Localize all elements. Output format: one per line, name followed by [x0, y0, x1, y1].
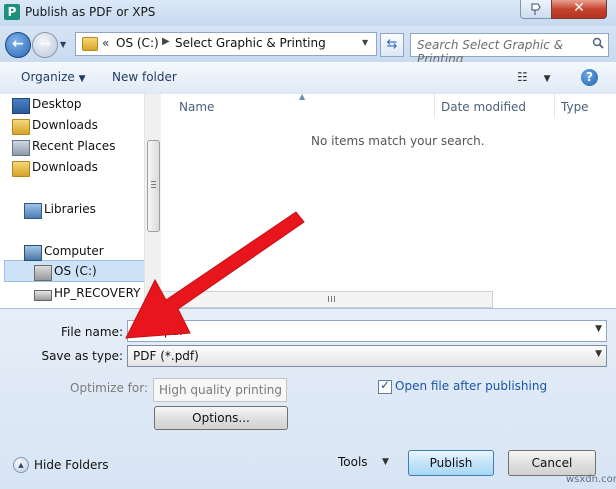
hide-folders-button[interactable]: Hide Folders — [34, 458, 109, 472]
breadcrumb-current-folder[interactable]: Select Graphic & Printing — [175, 36, 326, 50]
column-header-name[interactable]: Name — [179, 100, 214, 114]
drive-icon — [34, 265, 52, 281]
breadcrumb-chevron-icon[interactable]: ▶ — [162, 36, 170, 47]
navigation-scrollbar[interactable] — [144, 94, 161, 308]
chevron-down-icon: ▼ — [78, 74, 86, 84]
sidebar-item-label: Computer — [44, 244, 104, 258]
sidebar-item-label: Libraries — [44, 202, 96, 216]
computer-icon — [24, 245, 42, 261]
sort-ascending-icon: ▲ — [299, 92, 306, 101]
recent-pages-dropdown[interactable]: ▼ — [60, 40, 70, 50]
scrollbar-thumb[interactable] — [147, 140, 160, 232]
horizontal-scrollbar[interactable] — [161, 291, 493, 308]
drive-icon — [34, 290, 52, 301]
file-name-label: File name: — [61, 325, 123, 339]
sidebar-item-recent-places[interactable]: Recent Places — [12, 139, 116, 157]
save-as-type-select[interactable]: PDF (*.pdf) ▼ — [127, 345, 607, 367]
publish-dialog: P Publish as PDF or XPS ✕ ← → ▼ « OS (C:… — [0, 0, 616, 489]
optimize-for-field: High quality printing — [153, 378, 287, 402]
pin-icon — [531, 3, 541, 15]
libraries-icon — [24, 203, 42, 219]
column-header-date-modified[interactable]: Date modified — [441, 100, 526, 114]
chevron-down-icon[interactable]: ▼ — [382, 457, 389, 467]
command-bar: Organize ▼ New folder ☷ ▼ ? — [0, 62, 616, 95]
close-button[interactable]: ✕ — [551, 0, 607, 19]
sidebar-item-label: Downloads — [32, 118, 98, 132]
sidebar-item-label: Desktop — [32, 97, 82, 111]
title-help-button[interactable] — [520, 0, 552, 19]
forward-arrow-icon: → — [39, 36, 51, 52]
hide-folders-chevron-up-icon[interactable]: ▲ — [13, 457, 29, 473]
sidebar-item-os-drive[interactable]: OS (C:) — [34, 264, 97, 282]
chevron-down-icon[interactable]: ▼ — [595, 324, 602, 334]
watermark-text: wsxdn.com — [566, 474, 616, 485]
search-icon — [592, 37, 604, 49]
file-name-value: .pdf — [160, 324, 184, 338]
navigation-pane: Desktop Downloads Recent Places Download… — [0, 94, 161, 308]
sidebar-item-computer[interactable]: Computer — [24, 244, 104, 262]
back-button[interactable]: ← — [5, 32, 31, 58]
sidebar-item-label: Recent Places — [32, 139, 116, 153]
address-dropdown-icon[interactable]: ▼ — [362, 38, 368, 47]
checkmark-icon: ✓ — [380, 378, 391, 392]
sidebar-item-desktop[interactable]: Desktop — [12, 97, 82, 115]
chevron-down-icon: ▼ — [595, 349, 602, 359]
folder-icon — [12, 161, 30, 177]
refresh-button[interactable]: ⇆ — [380, 33, 404, 57]
chevron-down-icon: ▼ — [543, 74, 551, 84]
sidebar-item-label: Downloads — [32, 160, 98, 174]
back-arrow-icon: ← — [12, 36, 24, 52]
sidebar-item-downloads[interactable]: Downloads — [12, 118, 98, 136]
organize-label: Organize — [21, 70, 75, 84]
empty-results-message: No items match your search. — [311, 134, 485, 148]
desktop-icon — [12, 98, 30, 114]
sidebar-item-label: HP_RECOVERY (D — [54, 286, 159, 300]
search-box[interactable]: Search Select Graphic & Printing — [410, 33, 609, 66]
change-view-button[interactable]: ☷ ▼ — [517, 70, 551, 84]
view-icon: ☷ — [517, 70, 528, 84]
sidebar-item-label: OS (C:) — [54, 264, 97, 278]
open-after-publishing-checkbox[interactable]: ✓ — [378, 378, 392, 394]
forward-button[interactable]: → — [32, 32, 58, 58]
publish-button[interactable]: Publish — [408, 450, 494, 476]
optimize-for-label: Optimize for: — [70, 381, 148, 395]
sidebar-item-downloads-2[interactable]: Downloads — [12, 160, 98, 178]
tools-menu[interactable]: Tools — [338, 455, 368, 469]
navigation-bar: ← → ▼ « OS (C:) ▶ Select Graphic & Print… — [0, 26, 616, 66]
save-as-type-value: PDF (*.pdf) — [133, 349, 199, 363]
close-icon: ✕ — [573, 0, 585, 16]
open-after-publishing-label[interactable]: Open file after publishing — [395, 379, 547, 393]
address-bar[interactable]: « OS (C:) ▶ Select Graphic & Printing ▼ — [75, 32, 377, 56]
publisher-app-icon: P — [4, 4, 20, 20]
cancel-button[interactable]: Cancel — [508, 450, 596, 476]
file-name-field[interactable]: .pdf ▼ — [127, 320, 607, 342]
column-divider[interactable] — [434, 94, 435, 118]
help-icon[interactable]: ? — [581, 69, 598, 86]
grip-icon — [328, 296, 329, 302]
save-options-panel: File name: .pdf ▼ Save as type: PDF (*.p… — [0, 308, 616, 489]
address-overflow[interactable]: « — [102, 36, 109, 50]
sidebar-item-hp-recovery[interactable]: HP_RECOVERY (D — [34, 286, 159, 304]
folder-icon — [12, 119, 30, 135]
folder-icon — [82, 37, 98, 51]
recent-places-icon — [12, 140, 30, 156]
options-button[interactable]: Options... — [154, 406, 288, 430]
column-header-type[interactable]: Type — [561, 100, 589, 114]
refresh-icon: ⇆ — [386, 37, 398, 52]
save-as-type-label: Save as type: — [41, 349, 123, 363]
sidebar-item-libraries[interactable]: Libraries — [24, 202, 96, 220]
optimize-for-value: High quality printing — [159, 383, 283, 397]
file-list: ▲ Name Date modified Type No items match… — [161, 92, 616, 308]
grip-icon — [151, 181, 156, 182]
new-folder-button[interactable]: New folder — [112, 70, 177, 84]
window-title: Publish as PDF or XPS — [25, 5, 156, 19]
breadcrumb-os-drive[interactable]: OS (C:) — [116, 36, 159, 50]
column-divider[interactable] — [554, 94, 555, 118]
title-bar: P Publish as PDF or XPS ✕ — [0, 0, 616, 26]
organize-menu[interactable]: Organize ▼ — [21, 70, 86, 84]
